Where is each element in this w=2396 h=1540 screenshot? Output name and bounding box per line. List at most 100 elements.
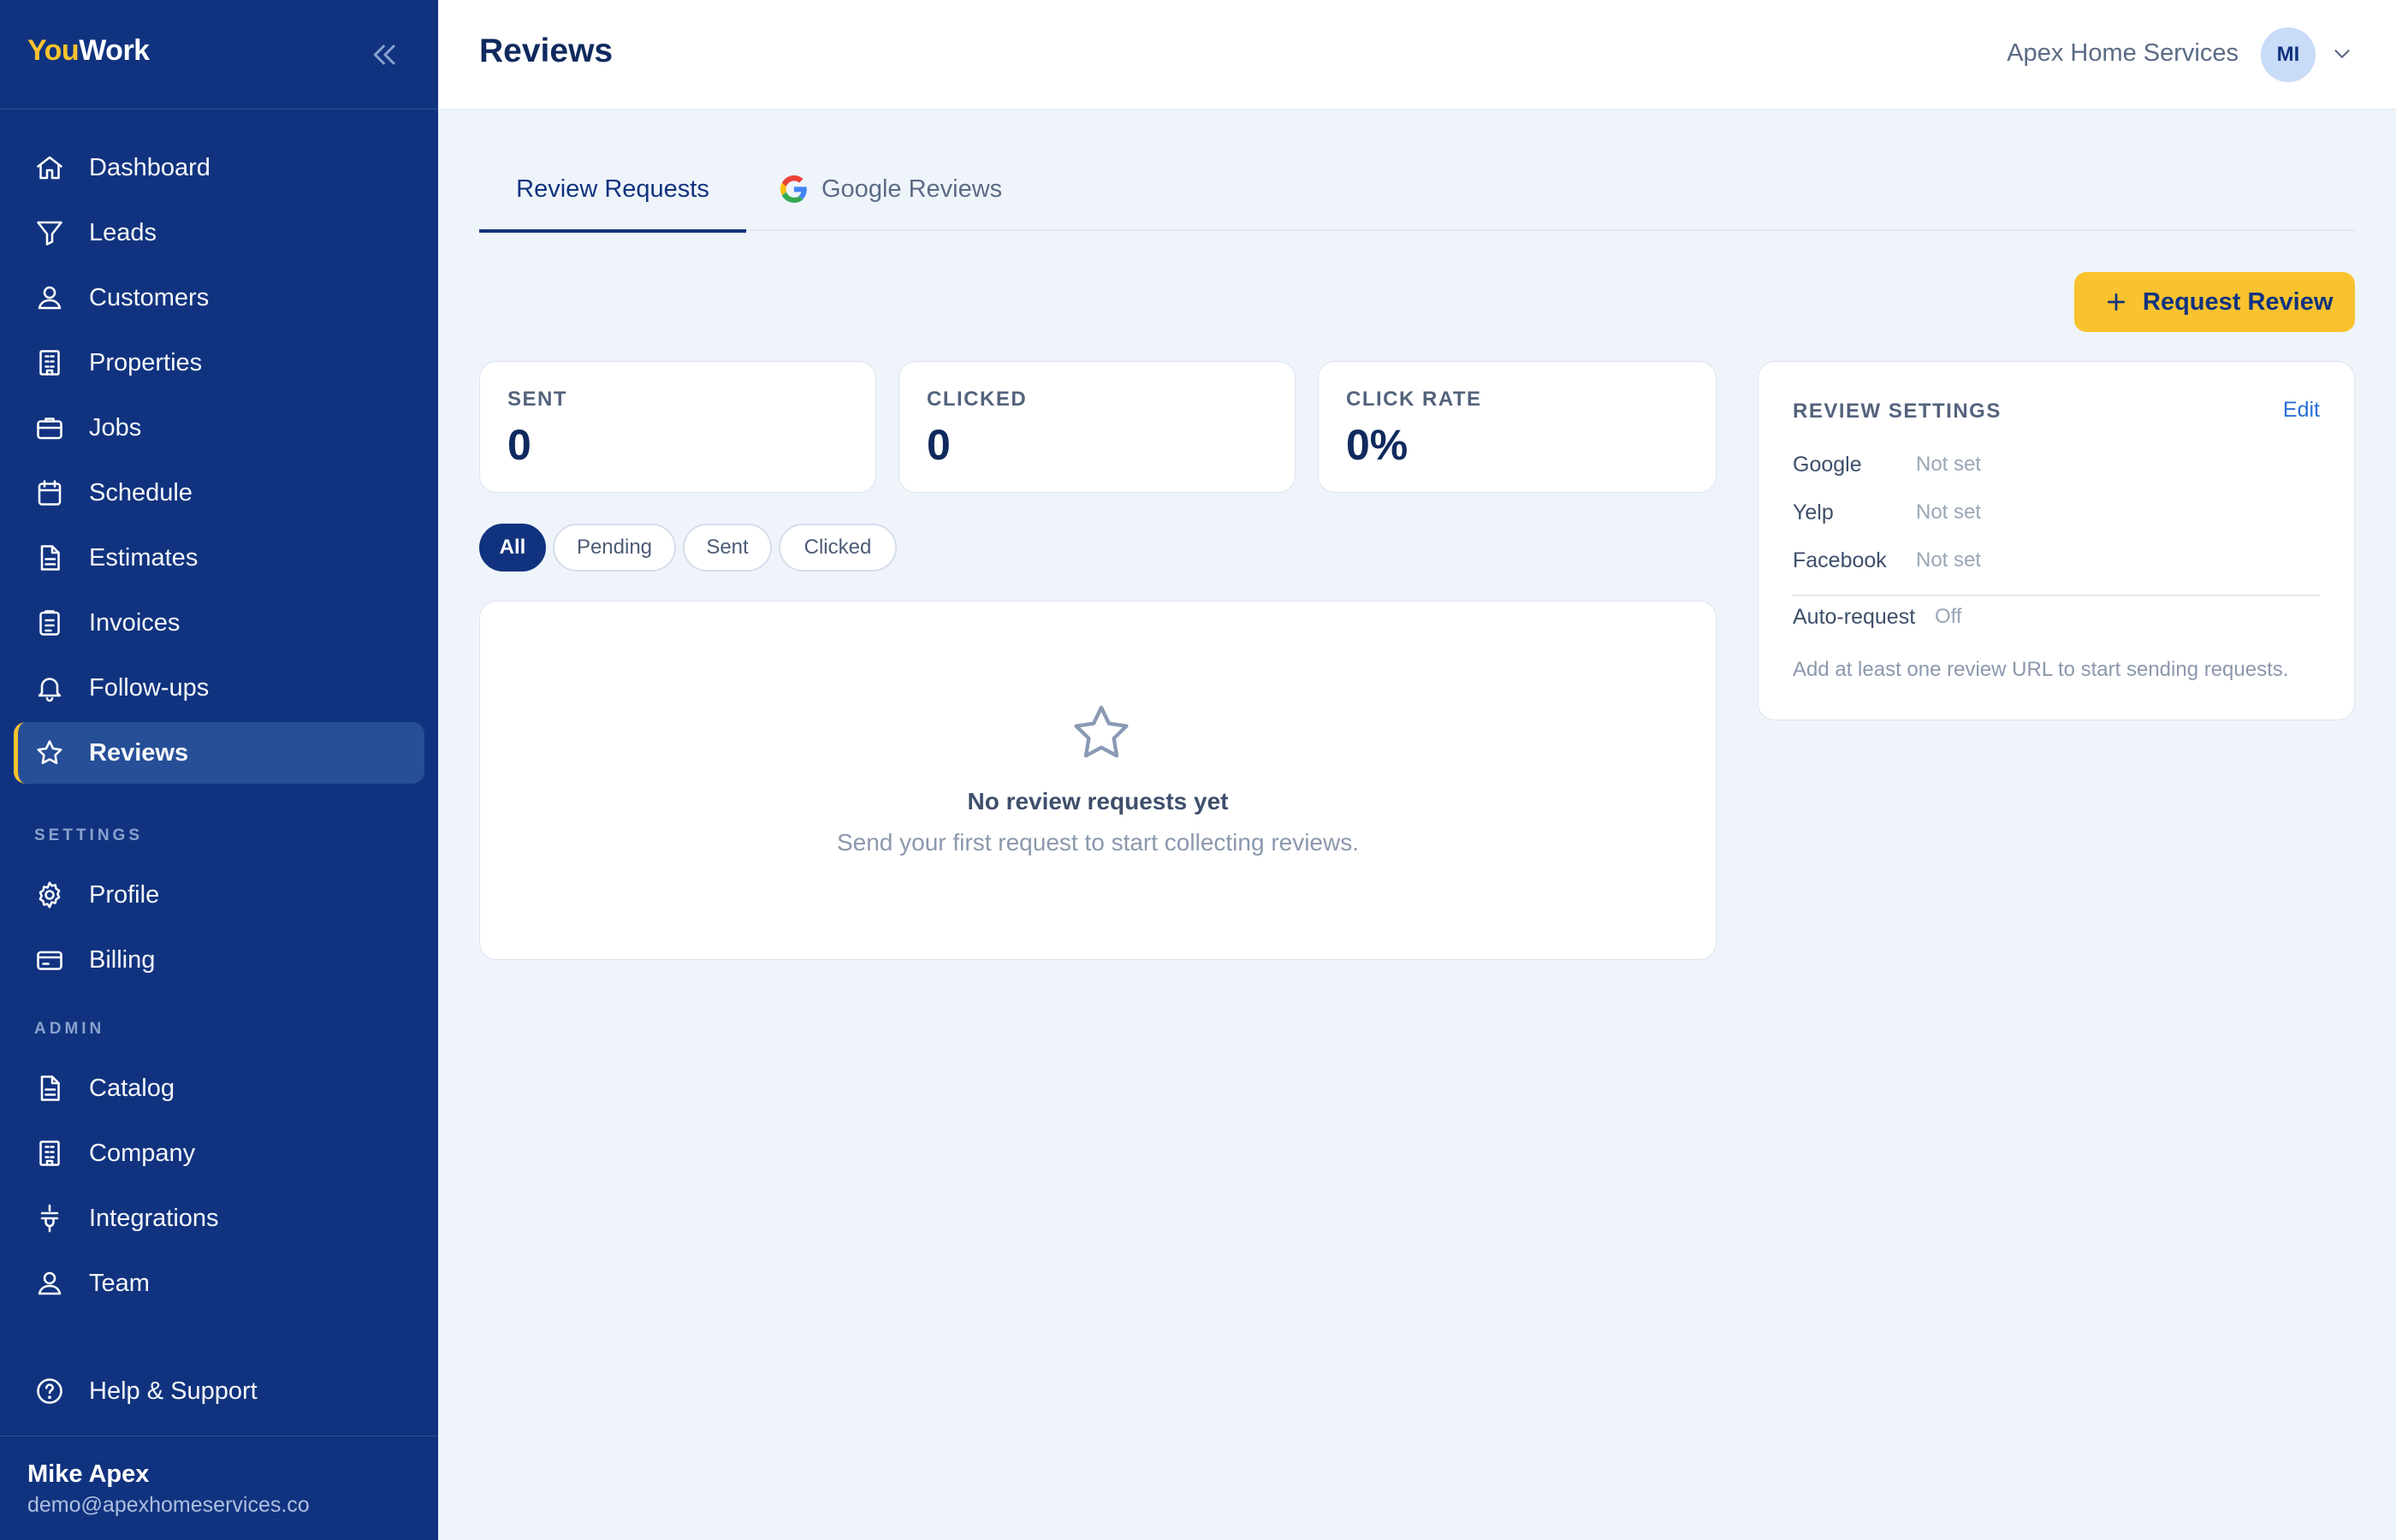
sidebar-item-label: Catalog: [89, 1074, 175, 1102]
settings-value-google: Not set: [1916, 453, 1982, 476]
settings-key-facebook: Facebook: [1793, 548, 1887, 572]
company-name[interactable]: Apex Home Services: [2007, 39, 2239, 68]
sidebar-item-customers[interactable]: Customers: [0, 265, 438, 330]
sidebar-item-properties[interactable]: Properties: [0, 330, 438, 395]
sidebar-item-jobs[interactable]: Jobs: [0, 395, 438, 460]
star-outline-icon: [1067, 699, 1136, 767]
star-icon: [34, 737, 65, 768]
filter-chip-all[interactable]: All: [479, 524, 546, 572]
sidebar-item-label: Billing: [89, 945, 156, 974]
sidebar-item-label: Jobs: [89, 413, 142, 441]
filter-chip-clicked[interactable]: Clicked: [779, 524, 897, 572]
help-support-link[interactable]: Help & Support: [0, 1359, 438, 1424]
filter-chip-sent[interactable]: Sent: [683, 524, 772, 572]
stat-label: CLICKED: [927, 388, 1028, 411]
stat-card-click-rate: CLICK RATE 0%: [1318, 361, 1717, 493]
settings-nav: Profile Billing: [0, 862, 438, 992]
sidebar-item-label: Schedule: [89, 478, 193, 506]
sidebar-item-company[interactable]: Company: [0, 1121, 438, 1186]
stat-value: 0%: [1346, 421, 1409, 469]
document-icon: [34, 1073, 65, 1104]
user-email: demo@apexhomeservices.co: [27, 1493, 310, 1517]
logo-part-1: You: [27, 34, 80, 67]
tabs: Review Requests Google Reviews: [479, 147, 2355, 233]
document-icon: [34, 542, 65, 573]
admin-nav: Catalog Company Integrations Team: [0, 1056, 438, 1316]
settings-value-yelp: Not set: [1916, 500, 1982, 524]
collapse-sidebar-icon[interactable]: [368, 38, 402, 72]
sidebar-item-label: Customers: [89, 283, 210, 311]
page-title: Reviews: [479, 33, 614, 69]
sidebar-item-integrations[interactable]: Integrations: [0, 1186, 438, 1251]
empty-state-subtitle: Send your first request to start collect…: [836, 829, 1360, 856]
tab-label: Google Reviews: [821, 175, 1003, 203]
user-icon: [34, 1268, 65, 1299]
google-icon: [780, 175, 808, 203]
settings-note: Add at least one review URL to start sen…: [1793, 658, 2289, 681]
logo-part-2: Work: [79, 34, 150, 67]
tab-google-reviews[interactable]: Google Reviews: [780, 147, 1002, 231]
sidebar-item-label: Dashboard: [89, 153, 211, 181]
empty-state-title: No review requests yet: [967, 788, 1229, 814]
gear-icon: [34, 880, 65, 910]
funnel-icon: [34, 217, 65, 248]
sidebar-item-reviews[interactable]: Reviews: [0, 720, 438, 785]
topbar: Reviews Apex Home Services: [438, 0, 2396, 110]
stat-value: 0: [927, 421, 951, 469]
sidebar-item-leads[interactable]: Leads: [0, 200, 438, 265]
sidebar-item-label: Follow-ups: [89, 673, 210, 702]
brand-bar: YouWork: [0, 0, 438, 110]
sidebar: YouWork Dashboard Leads Customers Proper…: [0, 0, 438, 1540]
filter-chip-pending[interactable]: Pending: [553, 524, 676, 572]
stat-card-sent: SENT 0: [479, 361, 876, 493]
review-settings-title: REVIEW SETTINGS: [1793, 400, 2002, 423]
sidebar-item-label: Estimates: [89, 543, 199, 572]
request-review-button[interactable]: Request Review: [2074, 272, 2355, 332]
chevron-down-icon[interactable]: [2329, 41, 2355, 67]
settings-key-yelp: Yelp: [1793, 500, 1834, 524]
sidebar-item-label: Reviews: [89, 738, 189, 767]
sidebar-item-profile[interactable]: Profile: [0, 862, 438, 927]
review-requests-empty-state: No review requests yet Send your first r…: [479, 601, 1717, 960]
sidebar-item-label: Company: [89, 1139, 196, 1167]
user-profile-block[interactable]: Mike Apex demo@apexhomeservices.co: [0, 1436, 438, 1540]
building-icon: [34, 1138, 65, 1169]
sidebar-item-dashboard[interactable]: Dashboard: [0, 135, 438, 200]
sidebar-item-follow-ups[interactable]: Follow-ups: [0, 655, 438, 720]
sidebar-item-label: Invoices: [89, 608, 181, 637]
review-settings-card: REVIEW SETTINGS Edit Google Not set Yelp…: [1758, 361, 2355, 720]
bell-icon: [34, 672, 65, 703]
sidebar-item-label: Leads: [89, 218, 157, 246]
home-icon: [34, 152, 65, 183]
tab-review-requests[interactable]: Review Requests: [479, 147, 746, 233]
sidebar-item-estimates[interactable]: Estimates: [0, 525, 438, 590]
sidebar-item-label: Properties: [89, 348, 203, 376]
sidebar-item-billing[interactable]: Billing: [0, 927, 438, 992]
logo[interactable]: YouWork: [27, 34, 150, 68]
stat-label: SENT: [507, 388, 568, 411]
tab-label: Review Requests: [516, 175, 709, 203]
question-circle-icon: [34, 1376, 65, 1407]
calendar-icon: [34, 477, 65, 508]
main-nav: Dashboard Leads Customers Properties Job…: [0, 135, 438, 785]
help-support-label: Help & Support: [89, 1377, 258, 1405]
sidebar-item-schedule[interactable]: Schedule: [0, 460, 438, 525]
settings-key-auto-request: Auto-request: [1793, 605, 1916, 629]
sidebar-item-label: Profile: [89, 880, 160, 909]
avatar[interactable]: MI: [2261, 27, 2316, 82]
settings-key-google: Google: [1793, 453, 1862, 477]
building-icon: [34, 347, 65, 378]
clipboard-icon: [34, 607, 65, 638]
sidebar-item-label: Team: [89, 1269, 150, 1297]
sidebar-item-team[interactable]: Team: [0, 1251, 438, 1316]
sidebar-item-catalog[interactable]: Catalog: [0, 1056, 438, 1121]
settings-divider: [1793, 595, 2320, 596]
stat-value: 0: [507, 421, 531, 469]
settings-value-facebook: Not set: [1916, 548, 1982, 572]
section-label-admin: ADMIN: [34, 1020, 105, 1038]
credit-card-icon: [34, 945, 65, 975]
edit-settings-link[interactable]: Edit: [2283, 398, 2320, 423]
plus-icon: [2103, 289, 2129, 315]
sidebar-item-invoices[interactable]: Invoices: [0, 590, 438, 655]
user-name: Mike Apex: [27, 1460, 150, 1488]
